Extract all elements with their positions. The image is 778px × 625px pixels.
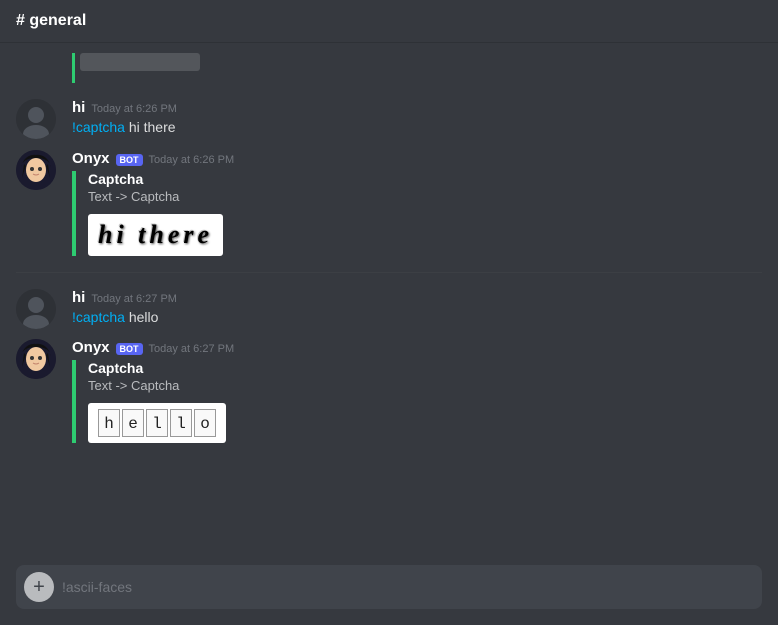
timestamp-2: Today at 6:27 PM bbox=[91, 293, 177, 305]
timestamp-bot-1: Today at 6:26 PM bbox=[149, 154, 235, 166]
message-input[interactable] bbox=[62, 579, 754, 595]
messages-container: hi Today at 6:26 PM !captcha hi there bbox=[0, 43, 778, 565]
author-line: hi Today at 6:26 PM bbox=[72, 99, 762, 116]
avatar bbox=[16, 99, 56, 139]
command-prefix-2: !captcha bbox=[72, 309, 125, 325]
avatar-image-2 bbox=[16, 289, 56, 329]
timestamp-bot-2: Today at 6:27 PM bbox=[149, 343, 235, 355]
avatar-bot-2 bbox=[16, 339, 56, 379]
captcha-text-1: hi there bbox=[98, 220, 213, 249]
embed-desc-2: Text -> Captcha bbox=[88, 378, 592, 393]
message-group: hi Today at 6:26 PM !captcha hi there bbox=[0, 95, 778, 142]
embed-desc-1: Text -> Captcha bbox=[88, 189, 592, 204]
blurred-content bbox=[80, 53, 200, 71]
bot-badge-2: BOT bbox=[116, 343, 143, 355]
command-args-2: hello bbox=[129, 309, 159, 325]
add-file-button[interactable]: + bbox=[24, 572, 54, 602]
bot-author-name-1: Onyx bbox=[72, 150, 110, 167]
timestamp: Today at 6:26 PM bbox=[91, 103, 177, 115]
bot-avatar-image bbox=[16, 150, 56, 190]
embed-2: Captcha Text -> Captcha h e l l o bbox=[72, 360, 592, 443]
author-line-2: hi Today at 6:27 PM bbox=[72, 289, 762, 306]
channel-title: # general bbox=[16, 12, 86, 29]
embed-image-1: hi there bbox=[88, 214, 223, 256]
message-content-2: !captcha hello bbox=[72, 308, 762, 328]
embed-image-2: h e l l o bbox=[88, 403, 226, 443]
author-name: hi bbox=[72, 99, 85, 116]
channel-header: # general bbox=[0, 0, 778, 43]
message-group-human-2: hi Today at 6:27 PM !captcha hello bbox=[0, 285, 778, 332]
author-line-bot-2: Onyx BOT Today at 6:27 PM bbox=[72, 339, 762, 356]
captcha-letter-l1: l bbox=[146, 409, 168, 437]
input-bar: + bbox=[16, 565, 762, 609]
avatar-human-2 bbox=[16, 289, 56, 329]
command-args: hi there bbox=[129, 119, 176, 135]
input-area: + bbox=[0, 565, 778, 625]
message-content: !captcha hi there bbox=[72, 118, 762, 138]
author-line-bot-1: Onyx BOT Today at 6:26 PM bbox=[72, 150, 762, 167]
bot-badge-1: BOT bbox=[116, 154, 143, 166]
partial-message bbox=[0, 51, 778, 87]
captcha-letter-o: o bbox=[194, 409, 216, 437]
author-name-2: hi bbox=[72, 289, 85, 306]
embed-1: Captcha Text -> Captcha hi there bbox=[72, 171, 592, 256]
avatar-image bbox=[16, 99, 56, 139]
new-message-bar bbox=[72, 53, 75, 83]
bot-author-name-2: Onyx bbox=[72, 339, 110, 356]
message-group-bot-2: Onyx BOT Today at 6:27 PM Captcha Text -… bbox=[0, 335, 778, 447]
captcha-letter-e: e bbox=[122, 409, 144, 437]
captcha-letters: h e l l o bbox=[98, 409, 216, 437]
bot-avatar-image-2 bbox=[16, 339, 56, 379]
embed-title-1: Captcha bbox=[88, 171, 592, 187]
avatar bbox=[16, 150, 56, 190]
message-group-bot-1: Onyx BOT Today at 6:26 PM Captcha Text -… bbox=[0, 146, 778, 260]
captcha-letter-h: h bbox=[98, 409, 120, 437]
embed-title-2: Captcha bbox=[88, 360, 592, 376]
captcha-letter-l2: l bbox=[170, 409, 192, 437]
divider-1 bbox=[16, 272, 762, 273]
command-prefix: !captcha bbox=[72, 119, 125, 135]
